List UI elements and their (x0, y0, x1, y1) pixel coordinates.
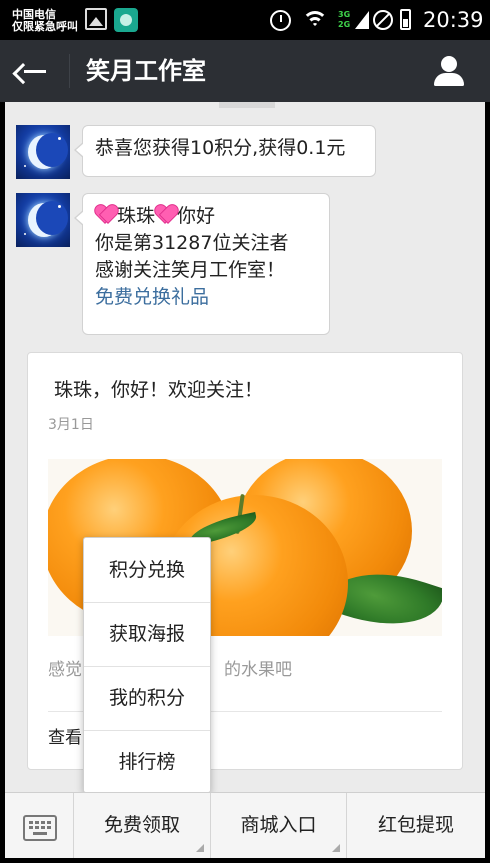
signal-icon (355, 11, 369, 29)
message-text: 你是第31287位关注者 (95, 232, 289, 254)
page-title: 笑月工作室 (86, 57, 206, 85)
keyboard-toggle-button[interactable] (5, 793, 74, 858)
network-type: 3G 2G (338, 10, 350, 30)
app-icon (114, 8, 138, 32)
back-arrow-icon (24, 70, 46, 73)
menu-red-packet-withdraw[interactable]: 红包提现 (347, 793, 485, 858)
battery-icon (400, 9, 411, 30)
menu-item-get-poster[interactable]: 获取海报 (84, 602, 210, 666)
avatar[interactable] (16, 193, 70, 247)
carrier-info: 中国电信 仅限紧急呼叫 (12, 9, 78, 33)
greeting-suffix: 你好 (177, 205, 216, 227)
popup-menu: 积分兑换 获取海报 我的积分 排行榜 (83, 537, 211, 793)
back-button[interactable] (16, 54, 60, 88)
no-sim-icon (373, 10, 393, 30)
greeting-name: 珠珠 (117, 205, 156, 227)
menu-free-claim-label: 免费领取 (103, 814, 180, 836)
profile-icon (441, 56, 457, 72)
screen-bottom-edge (0, 858, 490, 863)
avatar[interactable] (16, 125, 70, 179)
submenu-indicator-icon (332, 844, 340, 852)
status-time: 20:39 (423, 8, 484, 32)
network-3g-label: 3G (338, 10, 351, 19)
carrier-status: 仅限紧急呼叫 (12, 20, 78, 33)
message-bubble[interactable]: 恭喜您获得10积分,获得0.1元 (74, 125, 376, 177)
article-title: 珠珠，你好！欢迎关注！ (54, 379, 264, 401)
menu-item-points-exchange[interactable]: 积分兑换 (84, 538, 210, 602)
alarm-icon (270, 10, 291, 31)
read-more-link[interactable]: 查看 (48, 727, 82, 749)
wifi-icon (301, 9, 329, 29)
menu-red-packet-withdraw-label: 红包提现 (377, 814, 454, 836)
title-divider (69, 54, 70, 88)
excerpt-right: 的水果吧 (224, 660, 292, 680)
submenu-indicator-icon (196, 844, 204, 852)
message-text: 恭喜您获得10积分,获得0.1元 (95, 137, 346, 159)
message-text: 感谢关注笑月工作室！ (95, 259, 286, 281)
network-2g-label: 2G (338, 20, 351, 29)
greeting-line: 珠珠 你好 (95, 203, 317, 230)
pull-tab (219, 102, 275, 108)
message-bubble[interactable]: 珠珠 你好 你是第31287位关注者 感谢关注笑月工作室！ 免费兑换礼品 (74, 193, 330, 335)
chat-area[interactable]: 恭喜您获得10积分,获得0.1元 珠珠 你好 你是第31287位关注者 感谢关注笑… (5, 102, 485, 792)
menu-free-claim[interactable]: 免费领取 (74, 793, 211, 858)
article-date: 3月1日 (48, 417, 94, 433)
keyboard-icon (23, 815, 57, 841)
status-bar: 中国电信 仅限紧急呼叫 3G 2G 20:39 (0, 0, 490, 40)
title-bar: 笑月工作室 (0, 40, 490, 102)
menu-item-leaderboard[interactable]: 排行榜 (84, 730, 210, 794)
menu-mall-entry-label: 商城入口 (240, 814, 317, 836)
excerpt-left: 感觉 (48, 660, 82, 680)
free-gift-link[interactable]: 免费兑换礼品 (95, 284, 317, 311)
heart-icon (155, 204, 177, 224)
menu-item-my-points[interactable]: 我的积分 (84, 666, 210, 730)
bottom-menu-bar: 免费领取 商城入口 红包提现 (5, 792, 485, 858)
profile-button[interactable] (430, 52, 468, 90)
gallery-icon (85, 8, 107, 30)
heart-icon (95, 204, 117, 224)
menu-mall-entry[interactable]: 商城入口 (211, 793, 347, 858)
